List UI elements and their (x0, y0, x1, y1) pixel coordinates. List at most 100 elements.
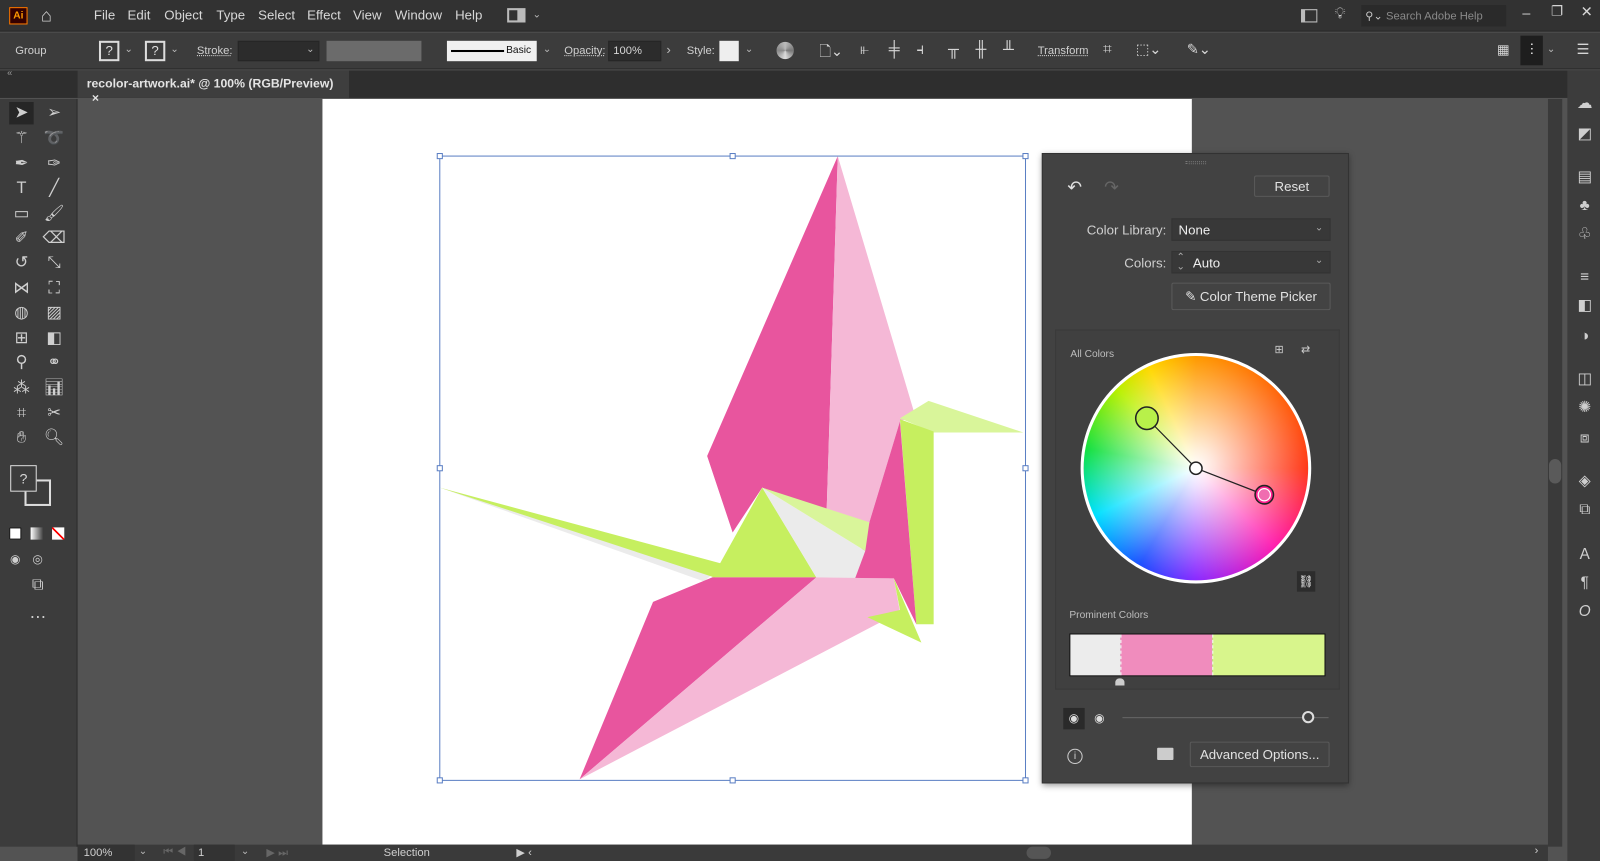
asset-export-icon[interactable]: ⧈ (1575, 429, 1593, 447)
zoom-tool-icon[interactable]: 🔍︎ (42, 427, 66, 449)
swatches-icon[interactable]: ♧ (1575, 225, 1593, 243)
appearance-icon[interactable]: ◫ (1575, 370, 1593, 388)
magic-wand-tool-icon[interactable]: ⚚ (9, 128, 33, 150)
artboard-dropdown-icon[interactable]: ⌄ (241, 846, 250, 857)
draw-normal-icon[interactable]: ◉ (3, 548, 27, 570)
color-theme-picker-button[interactable]: ✎ Color Theme Picker (1171, 282, 1331, 311)
zoom-field[interactable]: 100% (77, 844, 135, 861)
artboard-number-field[interactable]: 1 (193, 844, 235, 861)
colors-label: Colors: (1124, 255, 1167, 271)
character-icon[interactable]: A (1575, 546, 1593, 564)
colors-value: Auto (1192, 255, 1221, 271)
status-menu-arrow-icon[interactable]: ▶ ‹ (516, 846, 531, 859)
color-mode-icon[interactable] (9, 527, 22, 540)
column-graph-tool-icon[interactable]: 📊︎ (42, 377, 66, 399)
gradient-mode-icon[interactable] (30, 527, 43, 540)
color-library-label: Color Library: (1086, 222, 1167, 238)
rectangle-tool-icon[interactable]: ▭ (9, 203, 33, 225)
shape-builder-tool-icon[interactable]: ◍ (9, 302, 33, 324)
saturation-mode-button[interactable]: ◉ (1063, 707, 1085, 730)
left-wing-gray (439, 487, 721, 582)
save-to-swatches-folder-icon[interactable] (1157, 747, 1174, 760)
stroke-panel-icon[interactable]: ≡ (1575, 268, 1593, 286)
prominent-color-segment[interactable] (1212, 634, 1325, 676)
properties-icon[interactable]: ◩ (1575, 125, 1593, 143)
next-artboard-icon[interactable]: ▶ ⏭ (266, 846, 288, 860)
graphic-styles-icon[interactable]: ✺ (1575, 399, 1593, 417)
eyedropper-tool-icon[interactable]: ⚲ (9, 352, 33, 374)
draw-behind-icon[interactable]: ◎ (26, 548, 50, 570)
color-wheel[interactable] (1080, 352, 1312, 584)
type-tool-icon[interactable]: T (9, 177, 33, 199)
pen-tool-icon[interactable]: ✒ (9, 153, 33, 175)
tools-panel: ➤ ➢ ⚚ ➰ ✒ ✑ T ╱ ▭ 🖌︎ ✐ ⌫ ↺ ⤡ ⋈ ⛶ ◍ ▨ ⊞ ◧… (0, 98, 78, 847)
origami-crane-artwork[interactable] (439, 156, 1024, 780)
fill-box[interactable]: ? (10, 465, 37, 492)
prominent-slider-handle[interactable] (1115, 678, 1125, 686)
free-transform-tool-icon[interactable]: ⛶ (42, 277, 66, 299)
curvature-tool-icon[interactable]: ✑ (42, 153, 66, 175)
prominent-colors-bar[interactable] (1069, 633, 1326, 677)
artboard-tool-icon[interactable]: ⌗ (9, 403, 33, 425)
link-harmony-colors-icon[interactable]: ⛓︎ (1296, 571, 1316, 592)
eraser-tool-icon[interactable]: ⌫ (42, 227, 66, 249)
prominent-color-segment[interactable] (1070, 634, 1121, 676)
link-unlink-harmony-icon[interactable]: ⊞ (1274, 343, 1283, 356)
symbols-icon[interactable]: ♣ (1575, 197, 1593, 215)
selection-tool-icon[interactable]: ➤ (9, 102, 34, 125)
all-colors-label: All Colors (1070, 348, 1115, 361)
layers-icon[interactable]: ◈ (1575, 472, 1593, 490)
panel-dock: ☁ ◩ ▤ ♣ ♧ ≡ ◧ ◑ ◫ ✺ ⧈ ◈ ⧉ A ¶ O (1567, 70, 1600, 861)
opentype-icon[interactable]: O (1575, 603, 1593, 621)
status-bar: 100% ⌄ ⏮ ◀ 1 ⌄ ▶ ⏭ Selection ▶ ‹ › (77, 844, 1548, 861)
perspective-grid-tool-icon[interactable]: ▨ (42, 302, 66, 324)
paintbrush-tool-icon[interactable]: 🖌︎ (42, 203, 66, 225)
artwork-canvas[interactable] (0, 0, 1600, 861)
mesh-tool-icon[interactable]: ⊞ (9, 327, 33, 349)
line-tool-icon[interactable]: ╱ (42, 177, 66, 199)
left-wing-green (439, 487, 735, 578)
edit-toolbar-icon[interactable]: ⋯ (26, 607, 50, 629)
zoom-dropdown-icon[interactable]: ⌄ (139, 846, 148, 857)
shaper-tool-icon[interactable]: ✐ (9, 227, 33, 249)
libraries-icon[interactable]: ☁ (1575, 95, 1593, 113)
brightness-slider-track[interactable] (1122, 717, 1329, 719)
symbol-sprayer-tool-icon[interactable]: ⁂ (9, 377, 33, 399)
slice-tool-icon[interactable]: ✂ (42, 403, 66, 425)
artboards-icon[interactable]: ⧉ (1575, 501, 1593, 519)
colors-select[interactable]: ⌃ ⌄ Auto ⌄ (1171, 250, 1331, 274)
panel-drag-handle[interactable] (1185, 161, 1207, 165)
info-icon[interactable]: i (1067, 748, 1083, 765)
rotate-tool-icon[interactable]: ↺ (9, 252, 33, 274)
undo-icon[interactable]: ↶ (1067, 177, 1082, 197)
fill-stroke-widget[interactable]: ? (8, 463, 59, 514)
transparency-icon[interactable]: ◑ (1575, 327, 1593, 345)
horizontal-scroll-thumb[interactable] (1026, 846, 1052, 859)
paragraph-icon[interactable]: ¶ (1575, 574, 1593, 592)
gradient-tool-icon[interactable]: ◧ (42, 327, 66, 349)
width-tool-icon[interactable]: ⋈ (9, 277, 33, 299)
redo-icon: ↷ (1104, 177, 1119, 197)
first-artboard-icon[interactable]: ⏮ ◀ (163, 846, 186, 859)
none-mode-icon[interactable] (52, 527, 65, 540)
scroll-right-icon[interactable]: › (1535, 845, 1539, 857)
color-library-select[interactable]: None ⌄ (1171, 218, 1331, 241)
color-icon[interactable]: ▤ (1575, 168, 1593, 186)
hand-tool-icon[interactable]: ✋︎ (9, 427, 33, 449)
lasso-tool-icon[interactable]: ➰ (42, 128, 66, 150)
brightness-mode-button[interactable]: ◉ (1089, 708, 1110, 729)
reset-button[interactable]: Reset (1254, 175, 1330, 197)
advanced-options-button[interactable]: Advanced Options... (1189, 741, 1330, 768)
screen-mode-icon[interactable]: ⧉ (26, 574, 50, 596)
prominent-color-segment[interactable] (1120, 634, 1213, 676)
current-tool-status[interactable]: Selection (384, 847, 430, 859)
direct-selection-tool-icon[interactable]: ➢ (42, 102, 66, 124)
scroll-thumb[interactable] (1548, 459, 1562, 484)
gradient-panel-icon[interactable]: ◧ (1575, 297, 1593, 315)
vertical-scrollbar[interactable] (1547, 98, 1563, 847)
scale-tool-icon[interactable]: ⤡ (42, 252, 66, 274)
randomize-icon[interactable]: ⇄ (1301, 343, 1310, 356)
brightness-slider-thumb[interactable] (1302, 711, 1315, 724)
blend-tool-icon[interactable]: ⚭ (42, 352, 66, 374)
colors-stepper-icon[interactable]: ⌃ ⌄ (1177, 252, 1186, 271)
